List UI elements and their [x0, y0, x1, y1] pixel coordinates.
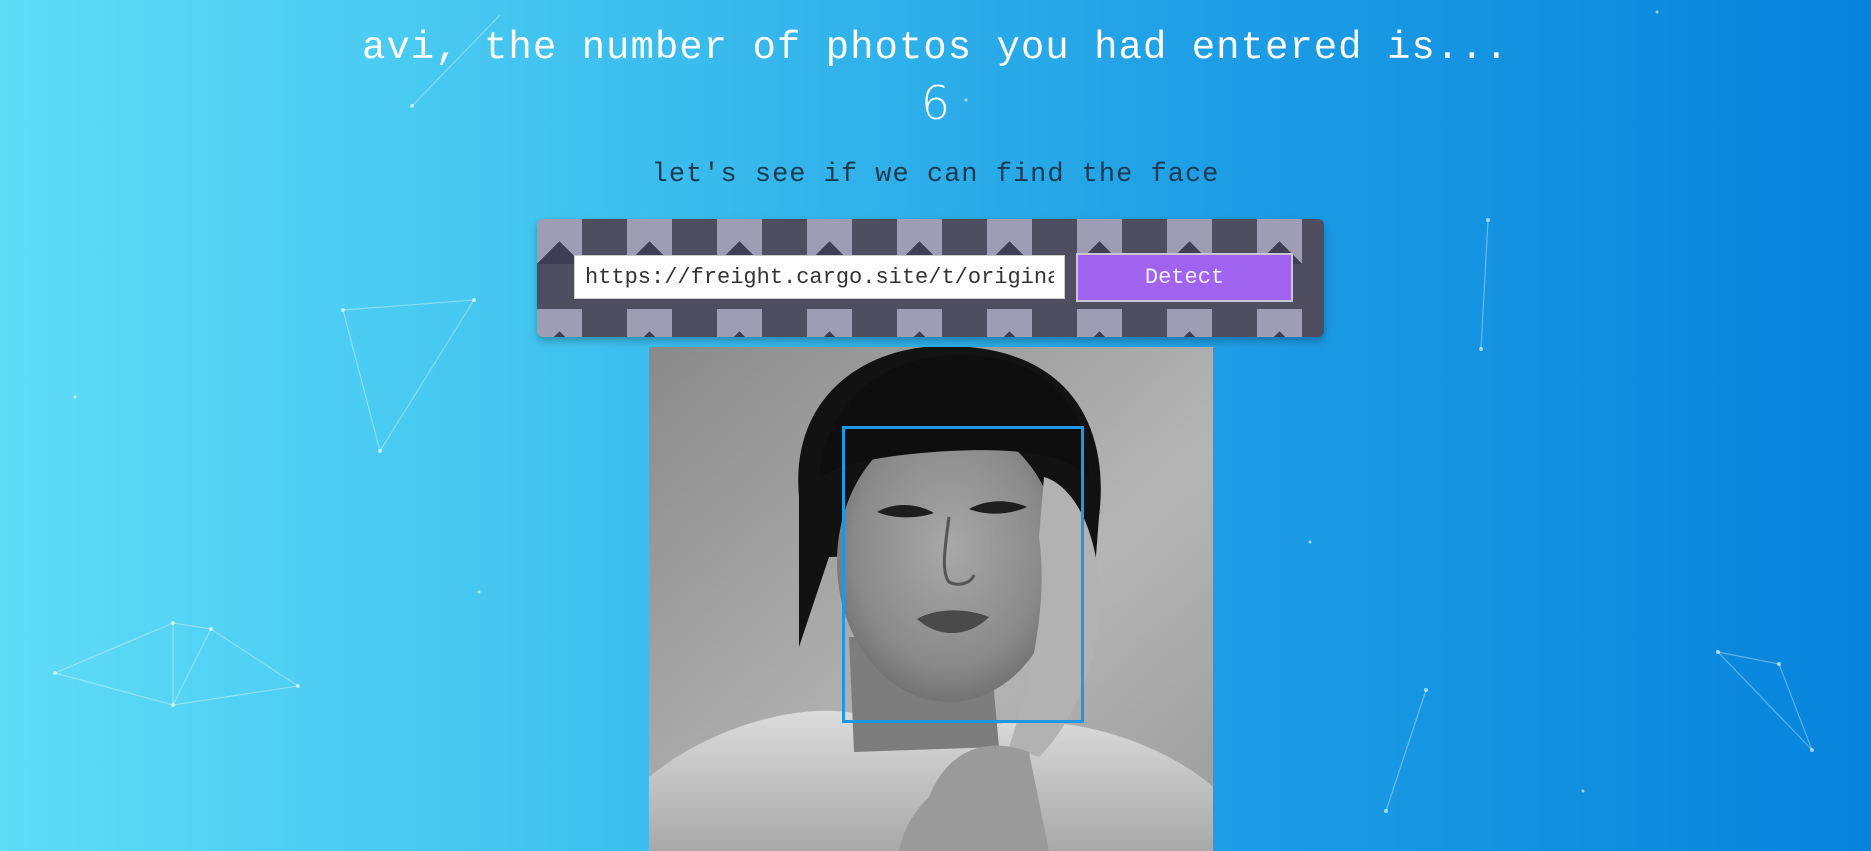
detect-button[interactable]: Detect: [1076, 253, 1293, 302]
face-detection-box: [842, 426, 1084, 723]
photo-count: 6: [920, 76, 951, 130]
detect-form: Detect: [537, 219, 1324, 337]
result-heading: avi, the number of photos you had entere…: [362, 26, 1509, 70]
image-url-input[interactable]: [574, 255, 1065, 299]
subheading: let's see if we can find the face: [651, 160, 1220, 190]
